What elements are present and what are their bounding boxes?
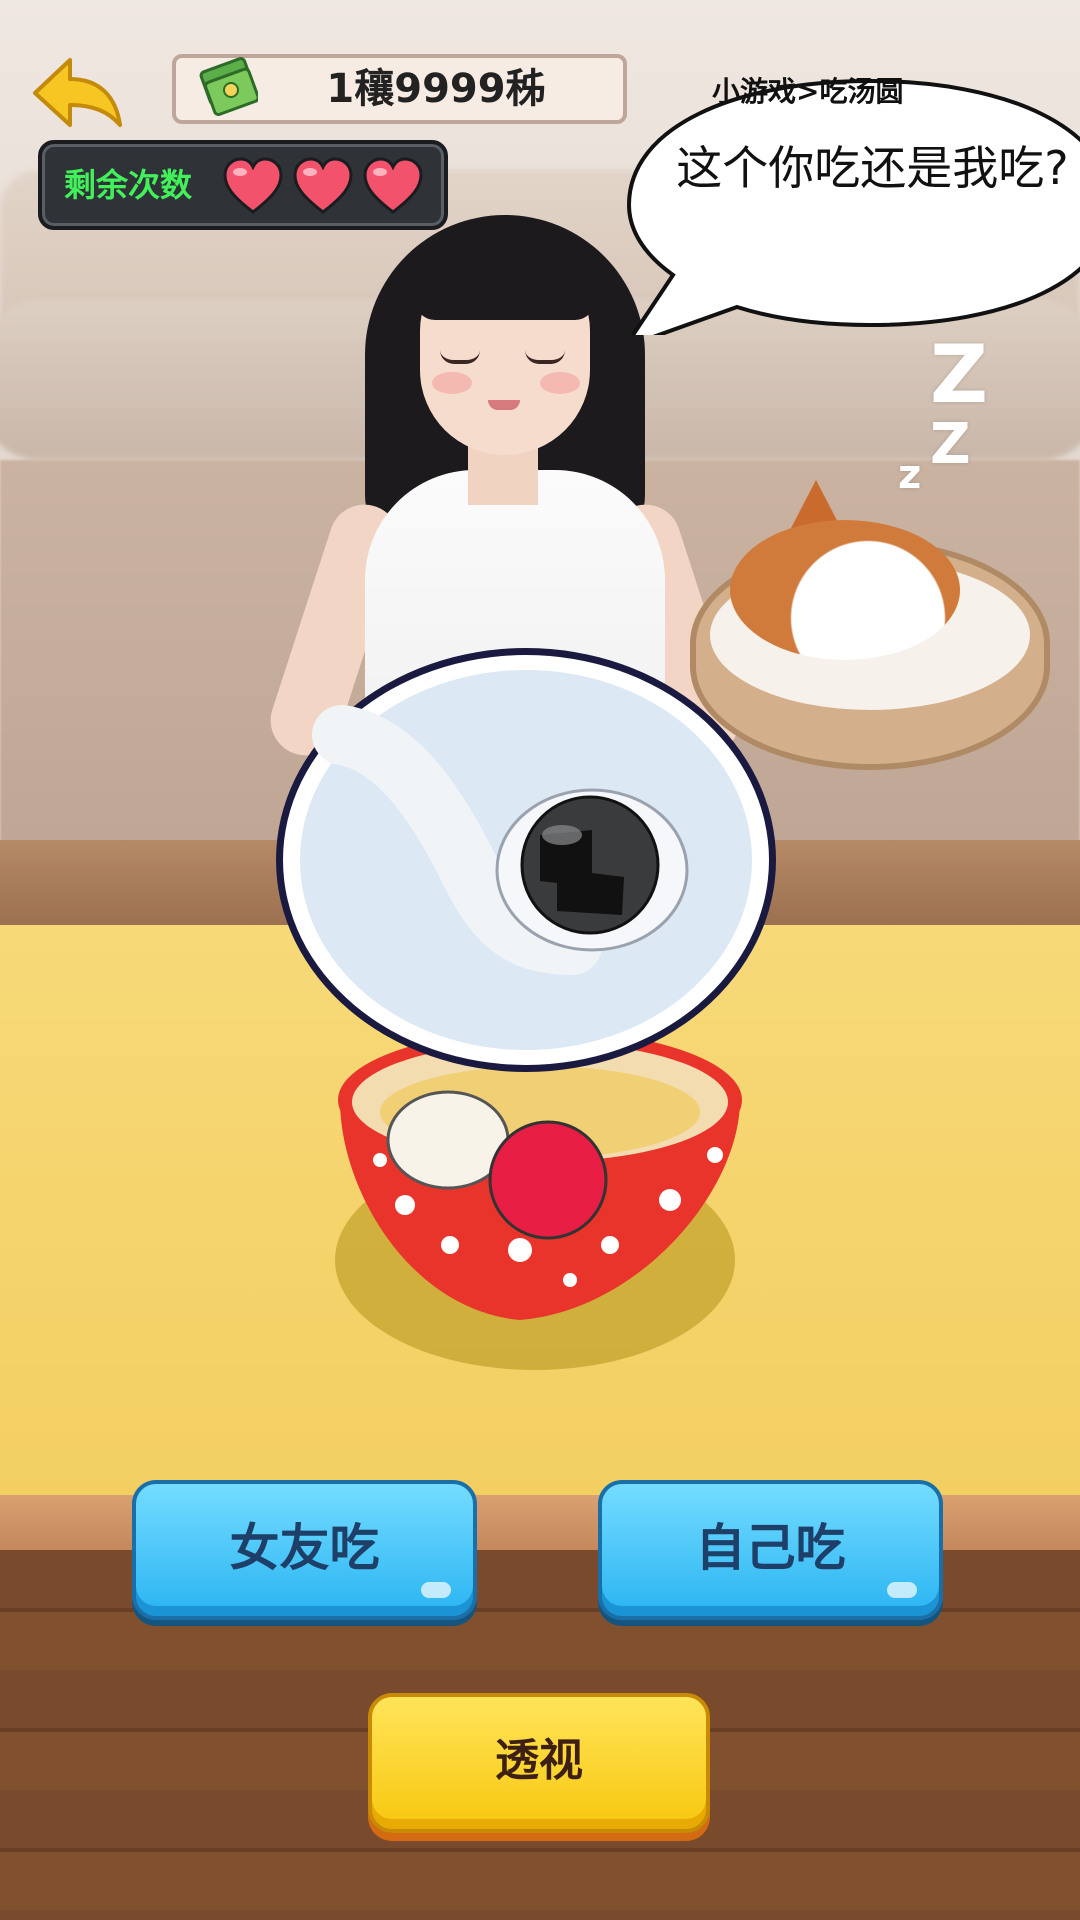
tangyuan-bowl <box>335 1030 742 1370</box>
girlfriend-eats-button[interactable]: 女友吃 <box>132 1480 477 1620</box>
back-arrow-icon <box>33 58 122 127</box>
girl-mouth <box>488 400 520 410</box>
lives-bar: 剩余次数 <box>38 140 448 230</box>
button-shine <box>887 1582 917 1598</box>
breadcrumb: 小游戏>吃汤圆 <box>712 75 904 108</box>
money-stack-icon <box>199 57 258 117</box>
self-eats-label: 自己吃 <box>695 1519 846 1577</box>
heart-icon <box>223 157 283 214</box>
girl-bangs <box>415 240 595 320</box>
heart-icon <box>293 157 353 214</box>
magnifier-lens <box>276 648 776 1072</box>
currency-bar: 1穰9999秭 <box>172 54 627 124</box>
xray-button[interactable]: 透视 <box>368 1693 710 1833</box>
button-shine <box>421 1582 451 1598</box>
sleep-mark-large: Z <box>930 328 989 421</box>
sleep-mark-medium: Z <box>930 412 971 477</box>
back-button[interactable] <box>30 55 125 130</box>
currency-amount: 1穰9999秭 <box>326 66 546 112</box>
self-eats-button[interactable]: 自己吃 <box>598 1480 943 1620</box>
sleeping-cat <box>730 520 960 660</box>
girlfriend-eats-label: 女友吃 <box>229 1519 380 1577</box>
heart-icon <box>363 157 423 214</box>
speech-text: 这个你吃还是我吃? <box>676 141 1069 195</box>
girl-blush-left <box>432 372 472 394</box>
girl-blush-right <box>540 372 580 394</box>
speech-bubble <box>626 78 1080 335</box>
sleep-mark-small: z <box>898 452 922 498</box>
xray-label: 透视 <box>495 1735 583 1786</box>
lives-label: 剩余次数 <box>64 166 193 204</box>
